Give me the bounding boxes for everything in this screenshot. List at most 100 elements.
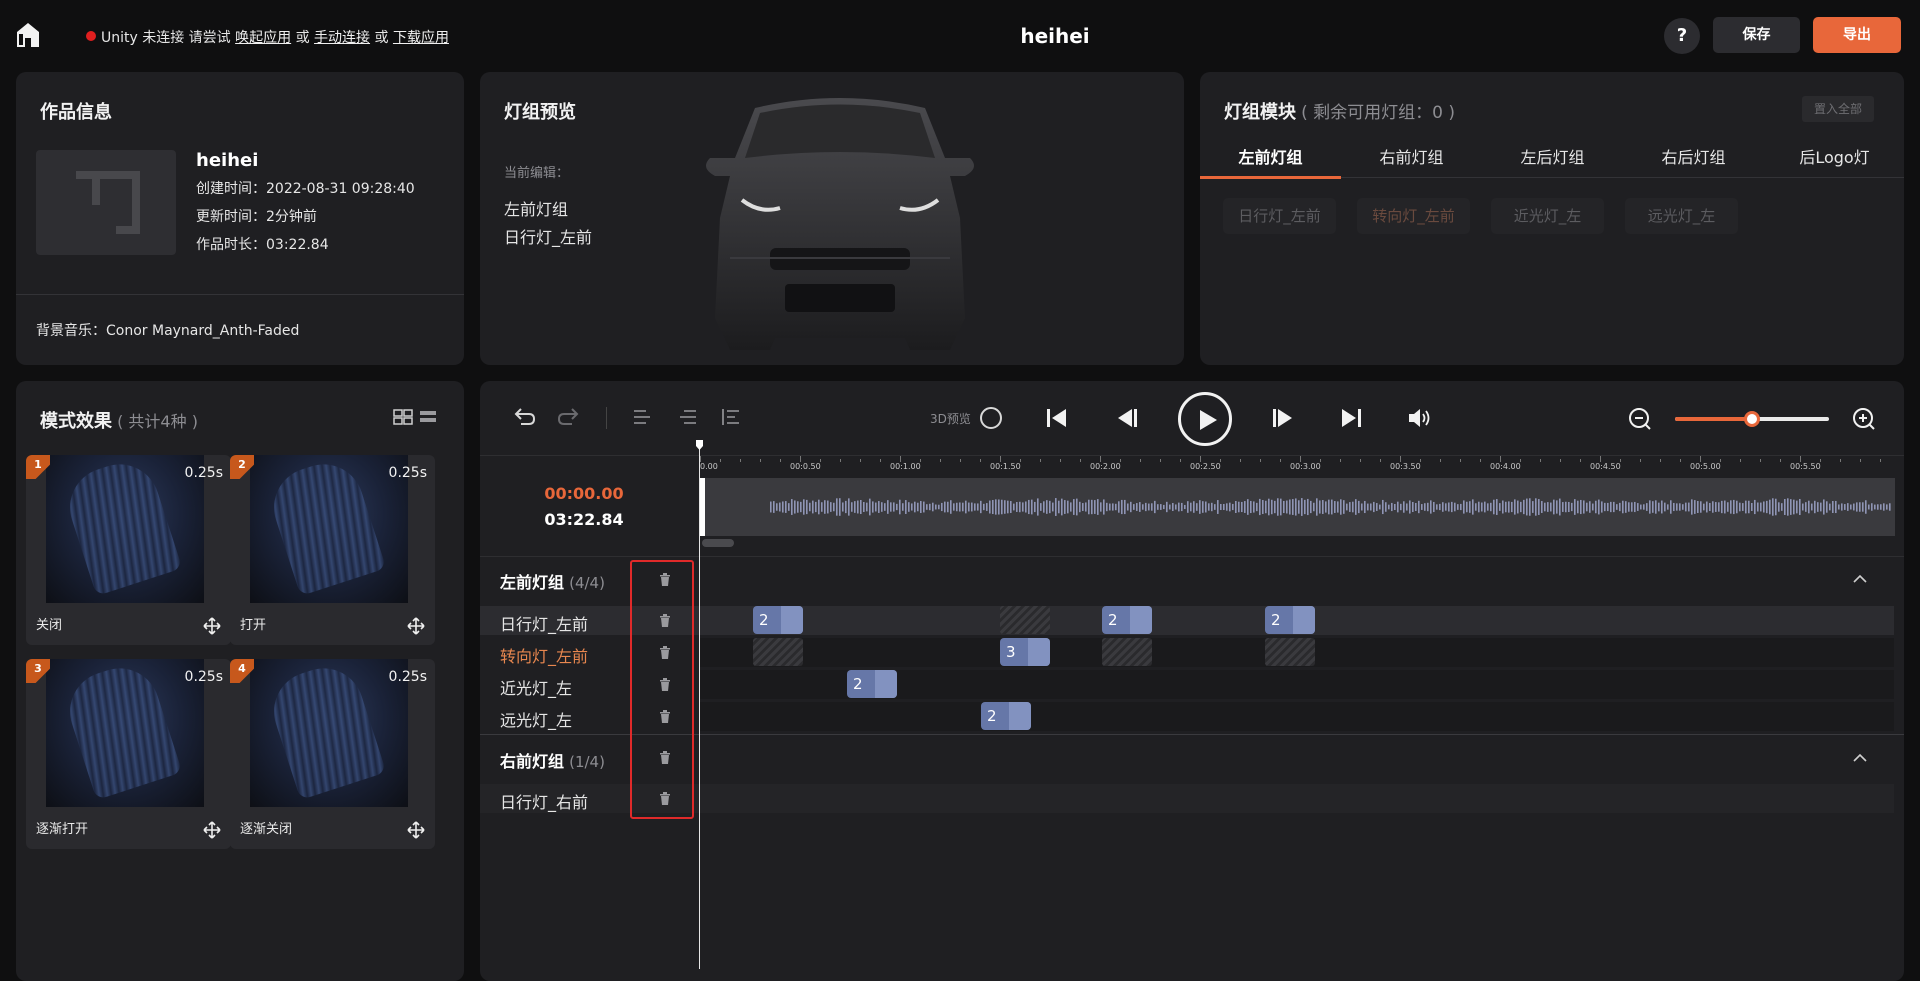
preview-3d-toggle[interactable] <box>980 407 1002 429</box>
waveform-bar <box>1157 504 1159 510</box>
skip-to-start-icon[interactable] <box>1044 406 1070 430</box>
module-chip-day-light[interactable]: 日行灯_左前 <box>1223 198 1336 234</box>
waveform-bar <box>971 502 973 512</box>
tab-left-front[interactable]: 左前灯组 <box>1200 144 1341 168</box>
ruler-minor-tick <box>1340 459 1341 462</box>
waveform-bar <box>1034 501 1036 513</box>
waveform-bar <box>914 501 916 513</box>
waveform-bar <box>938 504 940 510</box>
collapse-chevron-icon[interactable] <box>1852 752 1868 764</box>
module-chip-high-beam[interactable]: 远光灯_左 <box>1625 198 1738 234</box>
export-button[interactable]: 导出 <box>1813 17 1901 53</box>
waveform-bar <box>1544 502 1546 512</box>
waveform-bar <box>1610 501 1612 513</box>
waveform-bar <box>1379 504 1381 510</box>
ruler-minor-tick <box>1260 459 1261 462</box>
step-back-icon[interactable] <box>1114 406 1140 430</box>
zoom-slider[interactable] <box>1675 411 1829 427</box>
waveform-bar <box>1433 501 1435 513</box>
waveform-bar <box>1451 501 1453 513</box>
tab-right-front[interactable]: 右前灯组 <box>1341 144 1482 168</box>
tab-right-rear[interactable]: 右后灯组 <box>1623 144 1764 168</box>
waveform-bar <box>812 500 814 514</box>
waveform-bar <box>1877 504 1879 510</box>
waveform-bar <box>1328 499 1330 515</box>
waveform-bar <box>968 502 970 512</box>
skip-to-end-icon[interactable] <box>1338 406 1364 430</box>
step-forward-icon[interactable] <box>1270 406 1296 430</box>
waveform-bar <box>1436 504 1438 510</box>
grid-view-icon[interactable] <box>393 409 413 425</box>
tab-rear-logo[interactable]: 后Logo灯 <box>1764 144 1905 168</box>
ruler-minor-tick <box>1680 459 1681 462</box>
waveform-bar <box>1271 499 1273 515</box>
align-right-icon[interactable] <box>678 408 698 426</box>
ruler-tick-label: 00:5.00 <box>1690 462 1721 471</box>
zoom-slider-handle[interactable] <box>1744 411 1760 427</box>
waveform-bar <box>1427 502 1429 512</box>
track-label[interactable]: 转向灯_左前 <box>500 643 588 667</box>
effect-card[interactable]: 2 0.25s 打开 <box>230 455 435 645</box>
waveform-bar <box>1478 501 1480 513</box>
waveform-bar <box>1520 501 1522 513</box>
zoom-out-icon[interactable] <box>1628 407 1652 431</box>
track-label[interactable]: 日行灯_右前 <box>500 789 588 813</box>
move-icon[interactable] <box>203 821 221 839</box>
redo-icon[interactable] <box>556 405 580 427</box>
waveform-bar <box>1616 504 1618 510</box>
undo-icon[interactable] <box>513 405 537 427</box>
align-start-icon[interactable] <box>720 407 742 427</box>
play-button[interactable] <box>1178 392 1232 446</box>
move-icon[interactable] <box>407 821 425 839</box>
waveform-bar <box>1607 502 1609 512</box>
waveform-bar <box>986 503 988 511</box>
waveform-bar <box>1709 502 1711 512</box>
move-icon[interactable] <box>203 617 221 635</box>
save-button[interactable]: 保存 <box>1713 17 1800 53</box>
waveform-bar <box>1247 499 1249 515</box>
waveform-bar <box>809 502 811 512</box>
waveform-bar <box>1808 500 1810 514</box>
module-chip-turn-light[interactable]: 转向灯_左前 <box>1357 198 1470 234</box>
waveform-bar <box>1370 503 1372 511</box>
timeline-clip[interactable]: 2 <box>981 702 1031 730</box>
collapse-chevron-icon[interactable] <box>1852 573 1868 585</box>
waveform-bar <box>1298 500 1300 514</box>
ruler-minor-tick <box>1040 459 1041 462</box>
move-icon[interactable] <box>407 617 425 635</box>
waveform-bar <box>1073 499 1075 515</box>
ruler-minor-tick <box>1420 459 1421 462</box>
waveform-bar <box>1067 500 1069 514</box>
module-chip-low-beam[interactable]: 近光灯_左 <box>1491 198 1604 234</box>
effect-card[interactable]: 1 0.25s 关闭 <box>26 455 231 645</box>
effect-card[interactable]: 3 0.25s 逐渐打开 <box>26 659 231 849</box>
track-label[interactable]: 日行灯_左前 <box>500 611 588 635</box>
timeline-clip[interactable]: 2 <box>1265 606 1315 634</box>
waveform-bar <box>1187 501 1189 513</box>
waveform-bar <box>1055 498 1057 516</box>
volume-icon[interactable] <box>1406 406 1432 430</box>
list-view-icon[interactable] <box>419 409 437 425</box>
track-label[interactable]: 近光灯_左 <box>500 675 572 699</box>
timeline-clip[interactable]: 2 <box>847 670 897 698</box>
waveform-scrollbar[interactable] <box>702 539 734 547</box>
align-left-icon[interactable] <box>632 408 652 426</box>
waveform-bar <box>1757 502 1759 512</box>
clip-placeholder <box>1265 638 1315 666</box>
tab-left-rear[interactable]: 左后灯组 <box>1482 144 1623 168</box>
timeline-clip[interactable]: 2 <box>753 606 803 634</box>
top-bar: Unity 未连接 请尝试 唤起应用 或 手动连接 或 下载应用 heihei … <box>0 0 1920 70</box>
timeline-clip[interactable]: 2 <box>1102 606 1152 634</box>
help-button[interactable]: ? <box>1664 18 1700 54</box>
zoom-in-icon[interactable] <box>1852 407 1876 431</box>
timeline-clip[interactable]: 3 <box>1000 638 1050 666</box>
ruler-minor-tick <box>1280 459 1281 462</box>
waveform-bar <box>1301 498 1303 516</box>
place-all-button[interactable]: 置入全部 <box>1802 96 1874 122</box>
waveform-bar <box>821 502 823 512</box>
waveform-bar <box>950 500 952 514</box>
zoom-slider-fill <box>1675 417 1752 421</box>
effect-card[interactable]: 4 0.25s 逐渐关闭 <box>230 659 435 849</box>
waveform-bar <box>1622 500 1624 514</box>
track-label[interactable]: 远光灯_左 <box>500 707 572 731</box>
